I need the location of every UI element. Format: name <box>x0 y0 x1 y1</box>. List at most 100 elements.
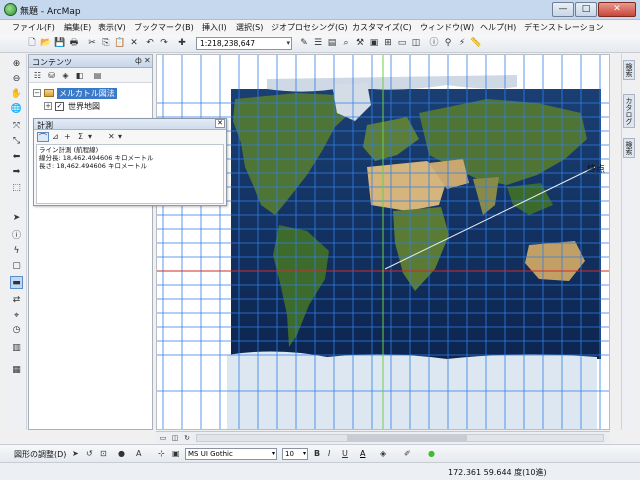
collapse-toggle[interactable]: − <box>33 89 41 97</box>
hyperlink-tool-icon[interactable]: ⚡ <box>456 37 468 49</box>
maximize-button[interactable]: □ <box>575 2 597 17</box>
search-window-icon[interactable]: ⌕ <box>340 37 352 49</box>
drawing-menu[interactable]: 図形の調整(D) <box>14 449 66 460</box>
refresh-icon[interactable]: ↻ <box>182 433 192 443</box>
fixed-zoom-out-icon[interactable]: ⤡ <box>10 135 23 148</box>
menu-file[interactable]: ファイル(F) <box>12 22 55 33</box>
close-icon[interactable]: ✕ <box>144 56 151 65</box>
measure-feature-icon[interactable]: + <box>64 132 71 142</box>
marker-color-icon[interactable]: ● <box>428 448 435 460</box>
data-view-icon[interactable]: ◫ <box>170 433 180 443</box>
rotate-icon[interactable]: ↺ <box>86 448 93 460</box>
paste-icon[interactable]: 📋 <box>114 37 126 49</box>
cut-icon[interactable]: ✂ <box>86 37 98 49</box>
minimize-button[interactable]: — <box>552 2 574 17</box>
dock-tab-catalog[interactable]: カタログ <box>623 94 635 128</box>
select-features-icon[interactable]: ⬚ <box>10 182 23 195</box>
layer-name[interactable]: 世界地図 <box>68 101 100 112</box>
identify-icon[interactable]: ⓘ <box>10 230 23 243</box>
redo-icon[interactable]: ↷ <box>158 37 170 49</box>
new-text-icon[interactable]: ▣ <box>172 448 180 460</box>
save-icon[interactable]: 💾 <box>54 37 66 49</box>
menu-insert[interactable]: 挿入(I) <box>202 22 227 33</box>
layout-view-icon[interactable]: ▭ <box>158 433 168 443</box>
options-icon[interactable]: ▤ <box>92 70 103 81</box>
font-size-dropdown[interactable]: 10 ▾ <box>282 448 308 460</box>
expand-toggle[interactable]: + <box>44 102 52 110</box>
undo-icon[interactable]: ↶ <box>144 37 156 49</box>
scrollbar-thumb[interactable] <box>347 435 467 441</box>
toc-window-icon[interactable]: ☰ <box>312 37 324 49</box>
python-window-icon[interactable]: ▣ <box>368 37 380 49</box>
menu-edit[interactable]: 編集(E) <box>64 22 91 33</box>
find-tool-icon[interactable]: ⚲ <box>442 37 454 49</box>
identify-tool-icon[interactable]: ⓘ <box>428 37 440 49</box>
menu-view[interactable]: 表示(V) <box>98 22 126 33</box>
line-color-icon[interactable]: ✐ <box>404 448 411 460</box>
layer-row[interactable]: + ✓ 世界地図 <box>44 101 144 112</box>
data-view-icon[interactable]: ◫ <box>410 37 422 49</box>
edit-vertices-icon[interactable]: ⊹ <box>158 448 165 460</box>
close-button[interactable]: ✕ <box>598 2 636 17</box>
font-color-icon[interactable]: A <box>360 448 365 460</box>
model-builder-icon[interactable]: ⊞ <box>382 37 394 49</box>
menu-help[interactable]: ヘルプ(H) <box>480 22 516 33</box>
sum-toggle[interactable]: Σ <box>78 132 83 142</box>
select-elements-icon[interactable]: ➤ <box>10 212 23 225</box>
back-arrow-icon[interactable]: ⬅ <box>10 151 23 164</box>
full-extent-icon[interactable]: 🌐 <box>10 103 23 116</box>
list-by-source-icon[interactable]: ⛁ <box>46 70 57 81</box>
print-icon[interactable]: 🖶 <box>68 37 80 49</box>
fill-color-icon[interactable]: ◈ <box>380 448 386 460</box>
hyperlink-icon[interactable]: ϟ <box>10 245 23 258</box>
pan-hand-icon[interactable]: ✋ <box>10 88 23 101</box>
list-by-selection-icon[interactable]: ◧ <box>74 70 85 81</box>
underline-button[interactable]: U <box>342 448 348 460</box>
menu-selection[interactable]: 選択(S) <box>236 22 263 33</box>
forward-arrow-icon[interactable]: ➡ <box>10 166 23 179</box>
menu-customize[interactable]: カスタマイズ(C) <box>352 22 412 33</box>
arctoolbox-icon[interactable]: ⚒ <box>354 37 366 49</box>
measure-line-icon[interactable]: ⌒ <box>37 132 49 142</box>
select-elements-icon[interactable]: ➤ <box>72 448 79 460</box>
list-by-drawing-order-icon[interactable]: ☷ <box>32 70 43 81</box>
menu-geoprocessing[interactable]: ジオプロセシング(G) <box>271 22 347 33</box>
text-tool-icon[interactable]: A <box>136 448 141 460</box>
horizontal-scrollbar[interactable] <box>196 434 604 442</box>
time-slider-icon[interactable]: ◷ <box>10 324 23 337</box>
add-data-icon[interactable]: ✚ <box>176 37 188 49</box>
menu-demonstration[interactable]: デモンストレーション <box>524 22 604 33</box>
dock-tab-search-2[interactable]: 検索 <box>623 138 635 158</box>
layer-visibility-checkbox[interactable]: ✓ <box>55 102 64 111</box>
layout-view-icon[interactable]: ▭ <box>396 37 408 49</box>
delete-icon[interactable]: ✕ <box>128 37 140 49</box>
copy-icon[interactable]: ⎘ <box>100 37 112 49</box>
open-folder-icon[interactable]: 📂 <box>40 37 52 49</box>
chevron-down-icon[interactable]: ▾ <box>118 132 122 142</box>
clear-icon[interactable]: ✕ <box>108 132 115 142</box>
data-frame-name[interactable]: メルカトル図法 <box>57 88 117 99</box>
html-popup-icon[interactable]: ▢ <box>10 260 23 273</box>
chevron-down-icon[interactable]: ▾ <box>88 132 92 142</box>
pin-icon[interactable]: ф <box>135 56 142 65</box>
list-by-visibility-icon[interactable]: ◈ <box>60 70 71 81</box>
zoom-in-icon[interactable]: ⊕ <box>10 58 23 71</box>
catalog-window-icon[interactable]: ▤ <box>326 37 338 49</box>
zoom-whole-page-icon[interactable]: ⊡ <box>100 448 107 460</box>
map-scale-dropdown[interactable]: 1:218,238,647 ▾ <box>196 37 292 50</box>
map-view[interactable]: 終点 <box>156 54 610 430</box>
data-frame-row[interactable]: − メルカトル図法 <box>33 88 151 99</box>
rectangle-icon[interactable]: ● <box>118 448 125 460</box>
close-icon[interactable]: ✕ <box>215 119 225 128</box>
fixed-zoom-in-icon[interactable]: ⤧ <box>10 120 23 133</box>
dock-tab-search[interactable]: 検索 <box>623 60 635 80</box>
map-canvas[interactable] <box>157 55 610 430</box>
create-viewer-icon[interactable]: ▦ <box>10 364 23 377</box>
find-route-icon[interactable]: ⇄ <box>10 294 23 307</box>
viewer-window-icon[interactable]: ▥ <box>10 342 23 355</box>
zoom-out-icon[interactable]: ⊖ <box>10 73 23 86</box>
measure-area-icon[interactable]: ⊿ <box>52 132 59 142</box>
go-to-xy-icon[interactable]: ⌖ <box>10 310 23 323</box>
measure-tool-icon[interactable]: 📏 <box>470 37 482 49</box>
italic-button[interactable]: I <box>328 448 330 460</box>
